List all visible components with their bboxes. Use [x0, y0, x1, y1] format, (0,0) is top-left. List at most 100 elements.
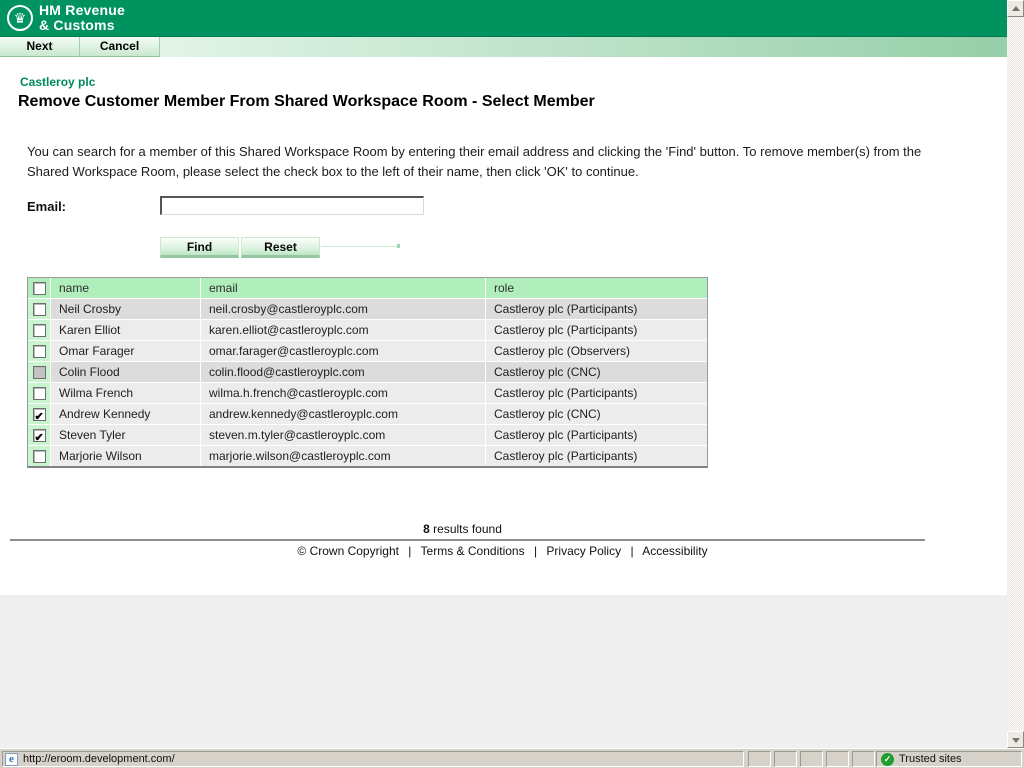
row-checkbox-cell	[28, 320, 50, 340]
member-name: Wilma French	[51, 383, 200, 403]
table-row: Steven Tyler steven.m.tyler@castleroyplc…	[28, 425, 707, 445]
security-zone-pane: ✓ Trusted sites	[876, 751, 1022, 767]
member-email: steven.m.tyler@castleroyplc.com	[201, 425, 485, 445]
footer-links: © Crown Copyright | Terms & Conditions |…	[0, 544, 1005, 558]
column-header-email: email	[201, 278, 485, 298]
next-button[interactable]: Next	[0, 37, 80, 57]
hmrc-logo-text: HM Revenue & Customs	[39, 3, 125, 33]
table-row: Andrew Kennedy andrew.kennedy@castleroyp…	[28, 404, 707, 424]
row-checkbox[interactable]	[33, 303, 46, 316]
status-pane-1	[748, 751, 771, 767]
member-name: Andrew Kennedy	[51, 404, 200, 424]
table-row: Wilma French wilma.h.french@castleroyplc…	[28, 383, 707, 403]
hmrc-header: ♛ HM Revenue & Customs	[0, 0, 1007, 36]
member-name: Steven Tyler	[51, 425, 200, 445]
select-all-checkbox[interactable]	[33, 282, 46, 295]
row-checkbox-cell	[28, 404, 50, 424]
divider-line	[321, 246, 399, 247]
member-email: andrew.kennedy@castleroyplc.com	[201, 404, 485, 424]
member-role: Castleroy plc (Participants)	[486, 446, 707, 466]
member-email: wilma.h.french@castleroyplc.com	[201, 383, 485, 403]
page-content: Castleroy plc Remove Customer Member Fro…	[0, 57, 1007, 595]
member-email: colin.flood@castleroyplc.com	[201, 362, 485, 382]
logo-line-1: HM Revenue	[39, 3, 125, 18]
cancel-button[interactable]: Cancel	[80, 37, 160, 57]
row-checkbox[interactable]	[33, 429, 46, 442]
reset-button[interactable]: Reset	[241, 237, 320, 258]
column-header-role: role	[486, 278, 707, 298]
arrow-up-icon	[1012, 6, 1020, 11]
member-table: name email role Neil Crosby neil.crosby@…	[27, 277, 708, 468]
footer-separator-line	[10, 539, 925, 541]
page-title: Remove Customer Member From Shared Works…	[18, 93, 595, 111]
member-name: Colin Flood	[51, 362, 200, 382]
ie-page-icon: e	[5, 753, 18, 766]
member-name: Marjorie Wilson	[51, 446, 200, 466]
status-bar: e http://eroom.development.com/ ✓ Truste…	[0, 748, 1024, 768]
row-checkbox-cell	[28, 362, 50, 382]
member-role: Castleroy plc (Participants)	[486, 320, 707, 340]
table-row: Marjorie Wilson marjorie.wilson@castlero…	[28, 446, 707, 466]
row-checkbox[interactable]	[33, 450, 46, 463]
member-name: Neil Crosby	[51, 299, 200, 319]
table-row: Colin Flood colin.flood@castleroyplc.com…	[28, 362, 707, 382]
logo-line-2: & Customs	[39, 18, 125, 33]
accessibility-link[interactable]: Accessibility	[642, 544, 707, 558]
crown-icon: ♛	[7, 5, 33, 31]
terms-conditions-link[interactable]: Terms & Conditions	[421, 544, 525, 558]
column-header-name: name	[51, 278, 200, 298]
find-button[interactable]: Find	[160, 237, 239, 258]
member-name: Karen Elliot	[51, 320, 200, 340]
row-checkbox[interactable]	[33, 387, 46, 400]
row-checkbox-cell	[28, 446, 50, 466]
row-checkbox-cell	[28, 383, 50, 403]
toolbar-fill	[160, 37, 1007, 57]
browser-window: ♛ HM Revenue & Customs Next Cancel Castl…	[0, 0, 1024, 768]
hmrc-logo: ♛ HM Revenue & Customs	[7, 3, 125, 33]
row-checkbox-cell	[28, 299, 50, 319]
member-role: Castleroy plc (Participants)	[486, 299, 707, 319]
member-role: Castleroy plc (CNC)	[486, 362, 707, 382]
table-row: Neil Crosby neil.crosby@castleroyplc.com…	[28, 299, 707, 319]
security-zone-label: Trusted sites	[899, 753, 962, 765]
row-checkbox[interactable]	[33, 324, 46, 337]
status-url-text: http://eroom.development.com/	[23, 753, 175, 765]
member-email: marjorie.wilson@castleroyplc.com	[201, 446, 485, 466]
page-bottom-area	[0, 595, 1007, 748]
member-role: Castleroy plc (Observers)	[486, 341, 707, 361]
arrow-down-icon	[1012, 738, 1020, 743]
divider-tick	[397, 244, 400, 248]
email-input[interactable]	[160, 196, 424, 215]
member-email: karen.elliot@castleroyplc.com	[201, 320, 485, 340]
table-header-row: name email role	[28, 278, 707, 298]
scroll-down-button[interactable]	[1007, 731, 1024, 748]
row-checkbox-cell	[28, 341, 50, 361]
status-pane-4	[826, 751, 849, 767]
member-name: Omar Farager	[51, 341, 200, 361]
status-url-pane: e http://eroom.development.com/	[2, 751, 744, 767]
page-viewport: ♛ HM Revenue & Customs Next Cancel Castl…	[0, 0, 1007, 748]
results-label: results found	[433, 522, 502, 536]
row-checkbox-cell	[28, 425, 50, 445]
table-row: Karen Elliot karen.elliot@castleroyplc.c…	[28, 320, 707, 340]
crown-copyright-text: © Crown Copyright	[297, 544, 399, 558]
row-checkbox	[33, 366, 46, 379]
member-role: Castleroy plc (Participants)	[486, 425, 707, 445]
row-checkbox[interactable]	[33, 408, 46, 421]
breadcrumb: Castleroy plc	[20, 75, 95, 89]
member-role: Castleroy plc (CNC)	[486, 404, 707, 424]
results-number: 8	[423, 522, 430, 536]
status-pane-3	[800, 751, 823, 767]
member-email: neil.crosby@castleroyplc.com	[201, 299, 485, 319]
table-row: Omar Farager omar.farager@castleroyplc.c…	[28, 341, 707, 361]
member-role: Castleroy plc (Participants)	[486, 383, 707, 403]
privacy-policy-link[interactable]: Privacy Policy	[546, 544, 621, 558]
row-checkbox[interactable]	[33, 345, 46, 358]
scroll-up-button[interactable]	[1007, 0, 1024, 17]
instructions-text: You can search for a member of this Shar…	[27, 142, 957, 182]
status-pane-5	[852, 751, 875, 767]
email-label: Email:	[27, 199, 66, 214]
member-email: omar.farager@castleroyplc.com	[201, 341, 485, 361]
vertical-scrollbar[interactable]	[1007, 0, 1024, 748]
status-pane-2	[774, 751, 797, 767]
